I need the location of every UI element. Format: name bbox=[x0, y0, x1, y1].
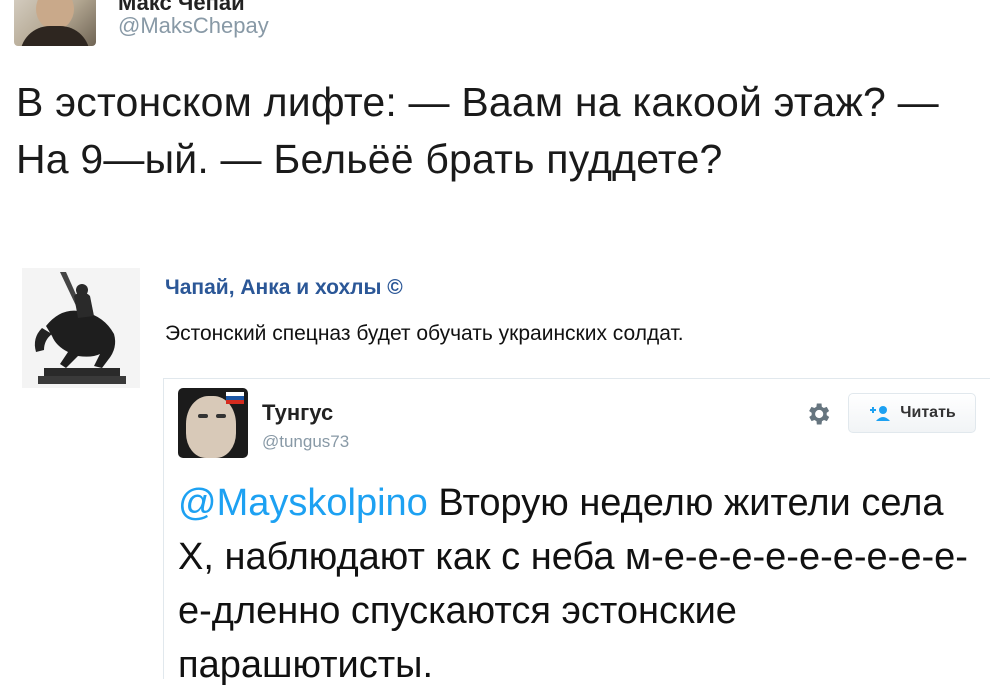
embedded-author-handle[interactable]: @tungus73 bbox=[262, 432, 349, 452]
gear-icon[interactable] bbox=[804, 400, 832, 428]
embedded-avatar[interactable] bbox=[178, 388, 248, 458]
embedded-author-name[interactable]: Тунгус bbox=[262, 400, 333, 426]
quoted-text: Эстонский спецназ будет обучать украинск… bbox=[165, 322, 684, 345]
statue-icon bbox=[22, 268, 140, 388]
embedded-tweet-text: @Mayskolpino Вторую неделю жители села Х… bbox=[178, 476, 978, 692]
follow-person-icon bbox=[868, 405, 892, 421]
follow-label: Читать bbox=[900, 404, 956, 421]
tweet-text: В эстонском лифте: — Ваам на какоой этаж… bbox=[16, 79, 939, 182]
mention-link[interactable]: @Mayskolpino bbox=[178, 482, 428, 524]
quoted-title[interactable]: Чапай, Анка и хохлы © bbox=[165, 276, 403, 300]
author-handle[interactable]: @MaksChepay bbox=[118, 13, 269, 39]
follow-button[interactable]: Читать bbox=[848, 393, 976, 433]
author-avatar[interactable] bbox=[14, 0, 96, 46]
